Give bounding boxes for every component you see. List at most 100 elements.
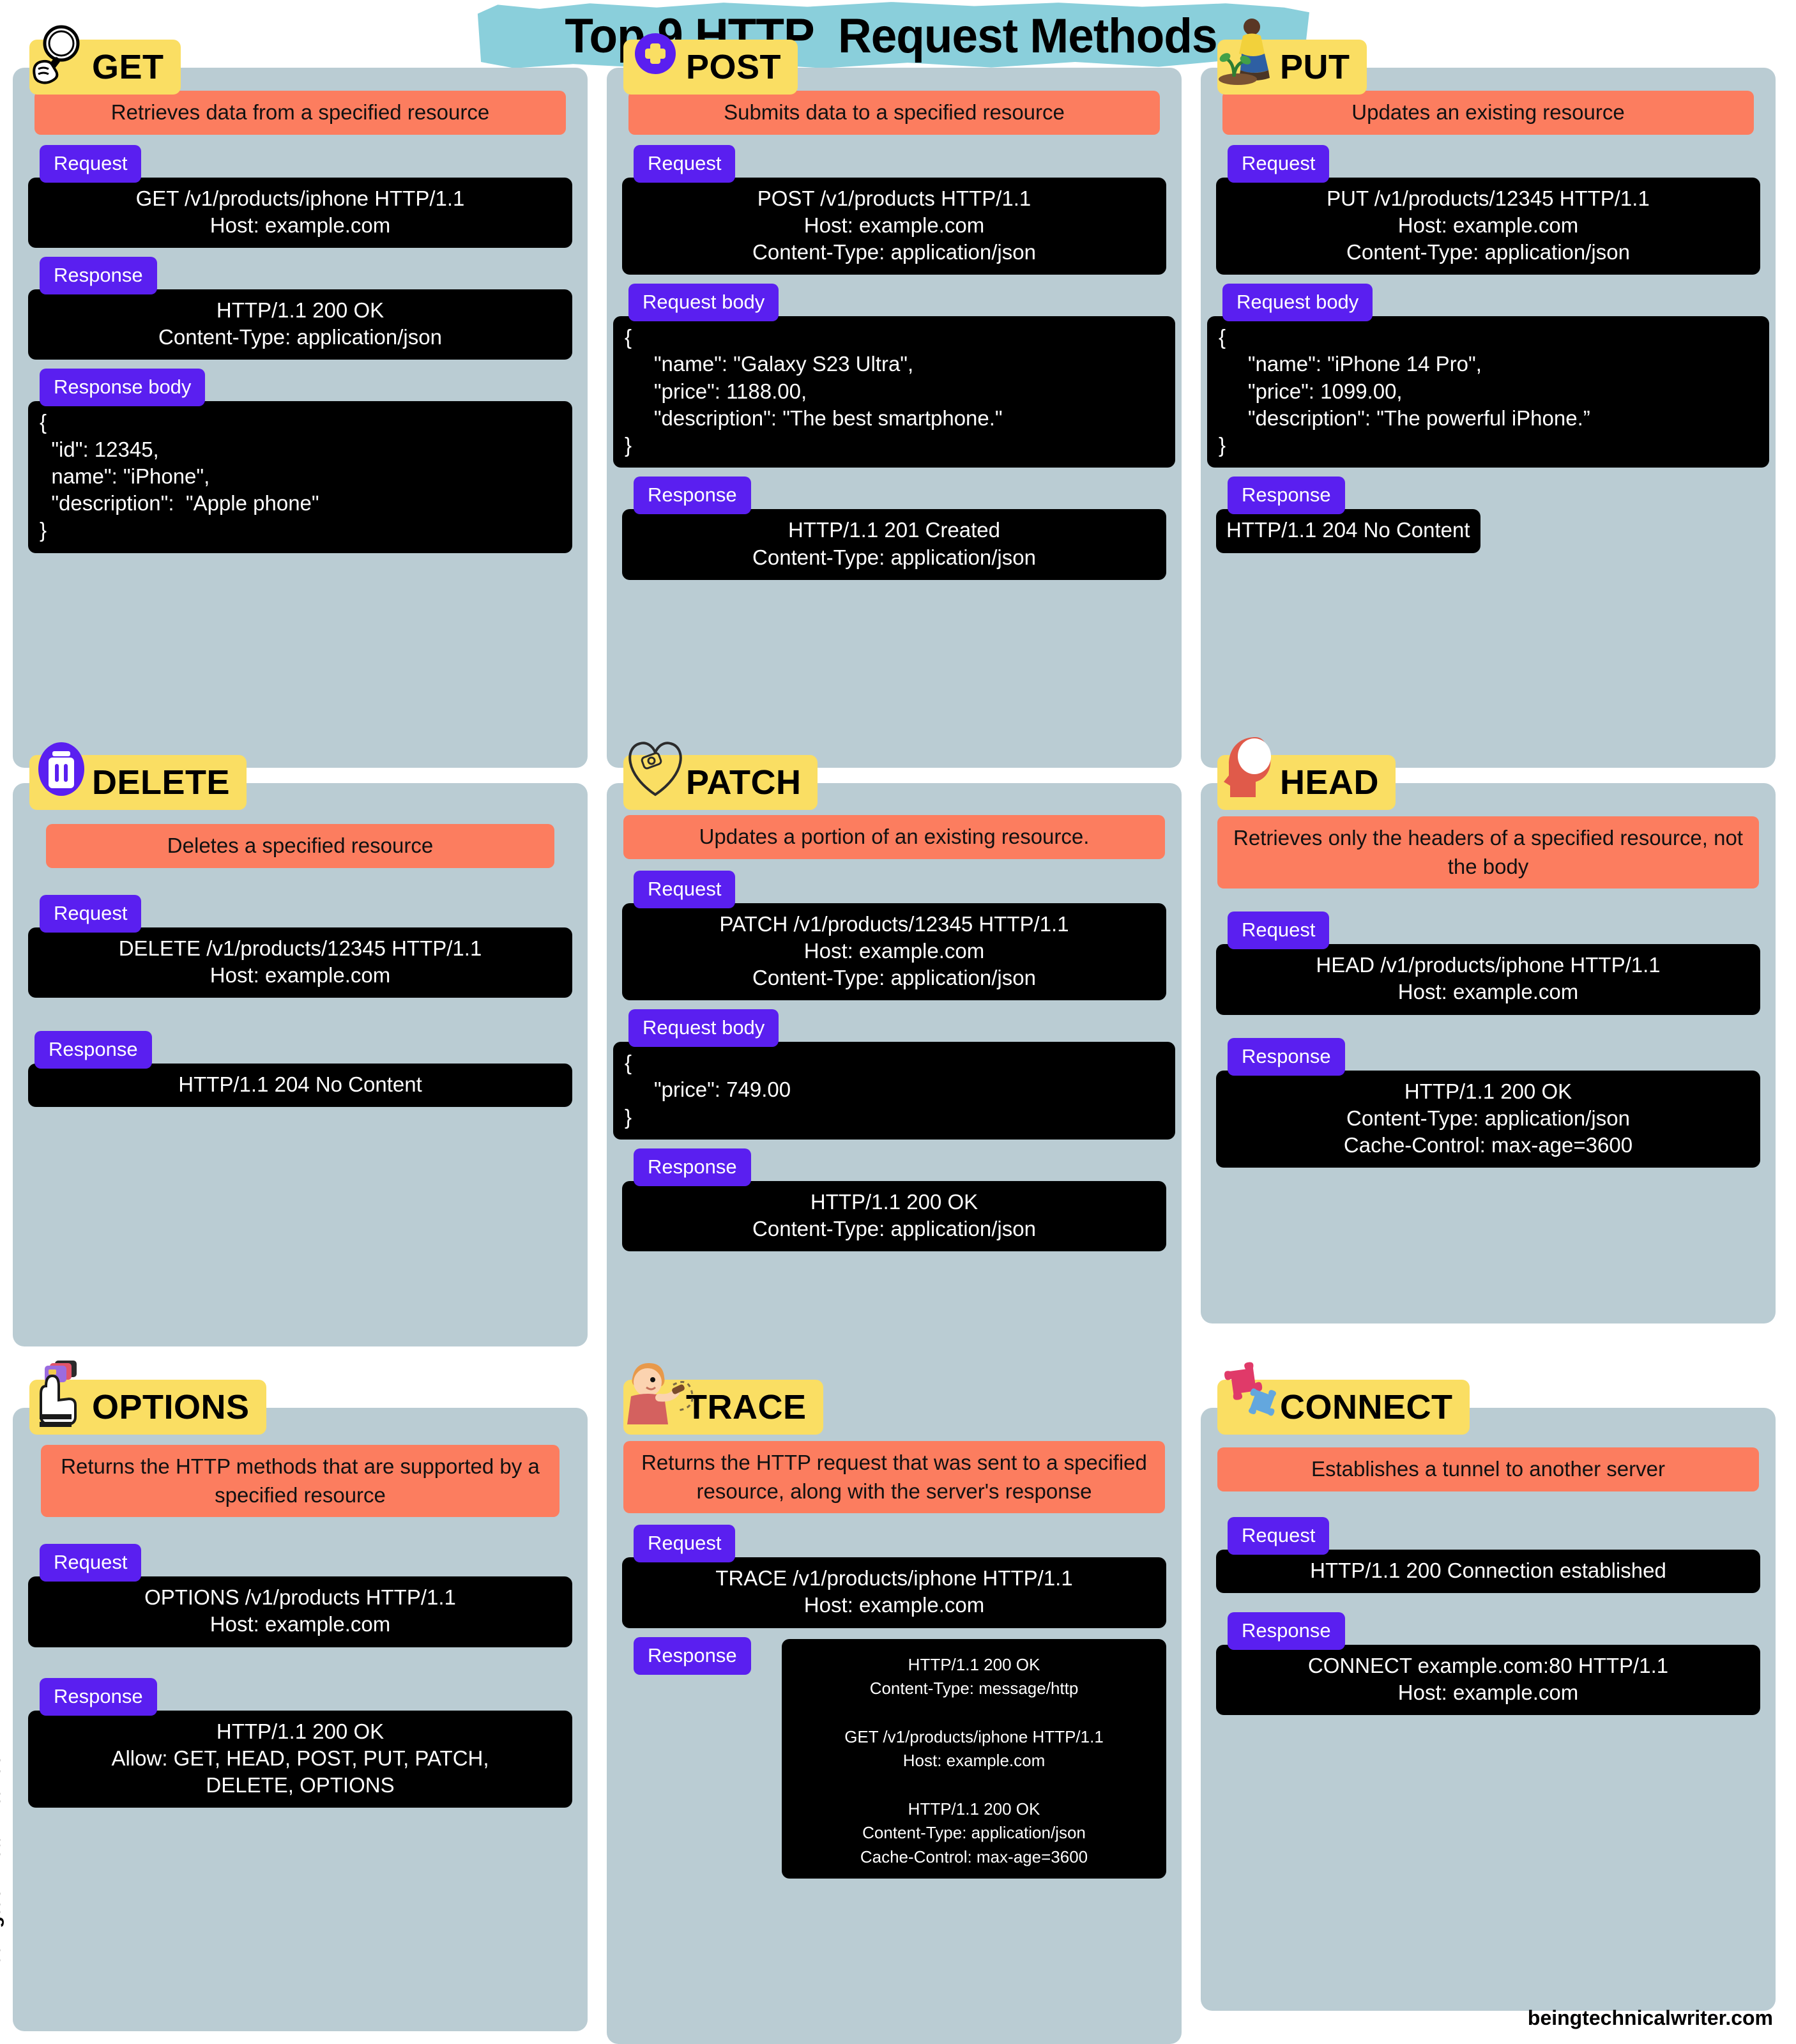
method-tab-connect[interactable]: CONNECT [1217, 1362, 1470, 1435]
request-block-post: Request POST /v1/products HTTP/1.1 Host:… [622, 144, 1166, 275]
method-tab-delete[interactable]: DELETE [29, 742, 247, 810]
hand-pointing-cards-icon [36, 1361, 91, 1435]
request-block-put: Request PUT /v1/products/12345 HTTP/1.1 … [1216, 144, 1760, 275]
request-label: Request [634, 144, 736, 183]
request-code-delete: DELETE /v1/products/12345 HTTP/1.1 Host:… [28, 927, 572, 998]
method-description-trace: Returns the HTTP request that was sent t… [623, 1441, 1165, 1514]
plus-circle-icon [630, 33, 685, 95]
response-body-code-get: { "id": 12345, name": "iPhone", "descrip… [28, 401, 572, 553]
method-name-head: HEAD [1280, 763, 1380, 802]
watermark-bottom: beingtechnicalwriter.com [1527, 2006, 1773, 2029]
response-code-patch: HTTP/1.1 200 OK Content-Type: applicatio… [622, 1180, 1166, 1252]
card-body-trace: Returns the HTTP request that was sent t… [607, 1408, 1182, 2044]
response-code-get: HTTP/1.1 200 OK Content-Type: applicatio… [28, 289, 572, 360]
card-body-post: Submits data to a specified resource Req… [607, 68, 1182, 768]
request-code-patch: PATCH /v1/products/12345 HTTP/1.1 Host: … [622, 903, 1166, 1001]
watermark-right: beingtechnicalwriter.com [1792, 0, 1796, 109]
response-label: Response [1228, 477, 1345, 515]
request-body-label: Request body [1222, 284, 1373, 322]
request-label: Request [634, 870, 736, 908]
card-body-patch: Updates a portion of an existing resourc… [607, 783, 1182, 1438]
card-body-connect: Establishes a tunnel to another server R… [1201, 1408, 1776, 2011]
method-tab-trace[interactable]: TRACE [623, 1363, 823, 1435]
method-tab-post[interactable]: POST [623, 33, 798, 95]
method-description-options: Returns the HTTP methods that are suppor… [41, 1445, 559, 1518]
method-name-delete: DELETE [92, 763, 231, 802]
request-label: Request [40, 144, 142, 183]
puzzle-pieces-icon [1224, 1362, 1279, 1435]
request-label: Request [1228, 1516, 1330, 1555]
response-body-block-get: Response body { "id": 12345, name": "iPh… [28, 369, 572, 553]
response-code-post: HTTP/1.1 201 Created Content-Type: appli… [622, 509, 1166, 580]
request-code-put: PUT /v1/products/12345 HTTP/1.1 Host: ex… [1216, 177, 1760, 275]
request-body-block-put: Request body { "name": "iPhone 14 Pro", … [1207, 284, 1769, 468]
method-description-post: Submits data to a specified resource [628, 91, 1160, 135]
method-name-trace: TRACE [686, 1388, 807, 1426]
request-body-block-patch: Request body { "price": 749.00 } [613, 1009, 1175, 1140]
response-code-connect: CONNECT example.com:80 HTTP/1.1 Host: ex… [1216, 1644, 1760, 1716]
method-tab-options[interactable]: OPTIONS [29, 1361, 266, 1435]
head-profile-icon [1224, 737, 1279, 810]
response-label: Response [634, 1636, 751, 1675]
method-name-connect: CONNECT [1280, 1388, 1453, 1426]
request-label: Request [1228, 911, 1330, 950]
request-label: Request [40, 1544, 142, 1582]
magnifier-hand-icon [33, 25, 91, 95]
request-body-code-put: { "name": "iPhone 14 Pro", "price": 1099… [1207, 316, 1769, 468]
response-block-put: Response HTTP/1.1 204 No Content [1216, 477, 1760, 553]
response-block-get: Response HTTP/1.1 200 OK Content-Type: a… [28, 257, 572, 360]
person-planting-icon [1219, 19, 1279, 95]
method-description-put: Updates an existing resource [1222, 91, 1754, 135]
method-tab-patch[interactable]: PATCH [623, 742, 818, 810]
request-code-options: OPTIONS /v1/products HTTP/1.1 Host: exam… [28, 1576, 572, 1647]
response-code-trace: HTTP/1.1 200 OK Content-Type: message/ht… [782, 1638, 1166, 1879]
method-name-patch: PATCH [686, 763, 802, 802]
response-block-patch: Response HTTP/1.1 200 OK Content-Type: a… [622, 1148, 1166, 1252]
response-code-head: HTTP/1.1 200 OK Content-Type: applicatio… [1216, 1070, 1760, 1168]
request-block-head: Request HEAD /v1/products/iphone HTTP/1.… [1216, 911, 1760, 1015]
card-body-options: Returns the HTTP methods that are suppor… [13, 1408, 588, 2031]
response-label: Response [634, 477, 751, 515]
response-block-delete: Response HTTP/1.1 204 No Content [28, 1031, 572, 1108]
trash-bin-icon [36, 742, 91, 810]
method-name-get: GET [92, 48, 164, 86]
response-block-connect: Response CONNECT example.com:80 HTTP/1.1… [1216, 1612, 1760, 1716]
request-block-options: Request OPTIONS /v1/products HTTP/1.1 Ho… [28, 1544, 572, 1647]
card-body-get: Retrieves data from a specified resource… [13, 68, 588, 768]
request-block-patch: Request PATCH /v1/products/12345 HTTP/1.… [622, 870, 1166, 1001]
response-block-head: Response HTTP/1.1 200 OK Content-Type: a… [1216, 1037, 1760, 1168]
response-label: Response [40, 1677, 157, 1716]
request-block-trace: Request TRACE /v1/products/iphone HTTP/1… [622, 1525, 1166, 1628]
method-card-grid: GET Retrieves data from a specified reso… [0, 0, 1796, 2044]
infographic-page: Top 9 HTTP Request Methods GET Retrieves… [0, 0, 1796, 2044]
request-code-connect: HTTP/1.1 200 Connection established [1216, 1549, 1760, 1593]
response-label: Response [1228, 1037, 1345, 1076]
card-body-put: Updates an existing resource Request PUT… [1201, 68, 1776, 768]
request-label: Request [1228, 144, 1330, 183]
response-code-options: HTTP/1.1 200 OK Allow: GET, HEAD, POST, … [28, 1710, 572, 1808]
request-label: Request [634, 1525, 736, 1563]
response-block-trace: Response HTTP/1.1 200 OK Content-Type: m… [622, 1636, 1166, 1879]
method-description-patch: Updates a portion of an existing resourc… [623, 815, 1165, 859]
response-block-post: Response HTTP/1.1 201 Created Content-Ty… [622, 477, 1166, 580]
method-tab-get[interactable]: GET [29, 25, 181, 95]
request-body-block-post: Request body { "name": "Galaxy S23 Ultra… [613, 284, 1175, 468]
request-block-connect: Request HTTP/1.1 200 Connection establis… [1216, 1516, 1760, 1593]
method-tab-put[interactable]: PUT [1217, 19, 1367, 95]
card-body-head: Retrieves only the headers of a specifie… [1201, 783, 1776, 1323]
request-body-code-post: { "name": "Galaxy S23 Ultra", "price": 1… [613, 316, 1175, 468]
request-block-delete: Request DELETE /v1/products/12345 HTTP/1… [28, 894, 572, 998]
method-name-options: OPTIONS [92, 1388, 250, 1426]
response-code-put: HTTP/1.1 204 No Content [1216, 509, 1480, 553]
response-label: Response [1228, 1612, 1345, 1650]
request-body-label: Request body [628, 1009, 779, 1048]
request-code-get: GET /v1/products/iphone HTTP/1.1 Host: e… [28, 177, 572, 248]
method-tab-head[interactable]: HEAD [1217, 737, 1396, 810]
request-code-trace: TRACE /v1/products/iphone HTTP/1.1 Host:… [622, 1557, 1166, 1628]
response-label: Response [34, 1031, 152, 1069]
card-body-delete: Deletes a specified resource Request DEL… [13, 783, 588, 1346]
response-code-delete: HTTP/1.1 204 No Content [28, 1064, 572, 1108]
method-description-delete: Deletes a specified resource [46, 824, 554, 868]
response-label: Response [40, 257, 157, 295]
response-block-options: Response HTTP/1.1 200 OK Allow: GET, HEA… [28, 1677, 572, 1808]
